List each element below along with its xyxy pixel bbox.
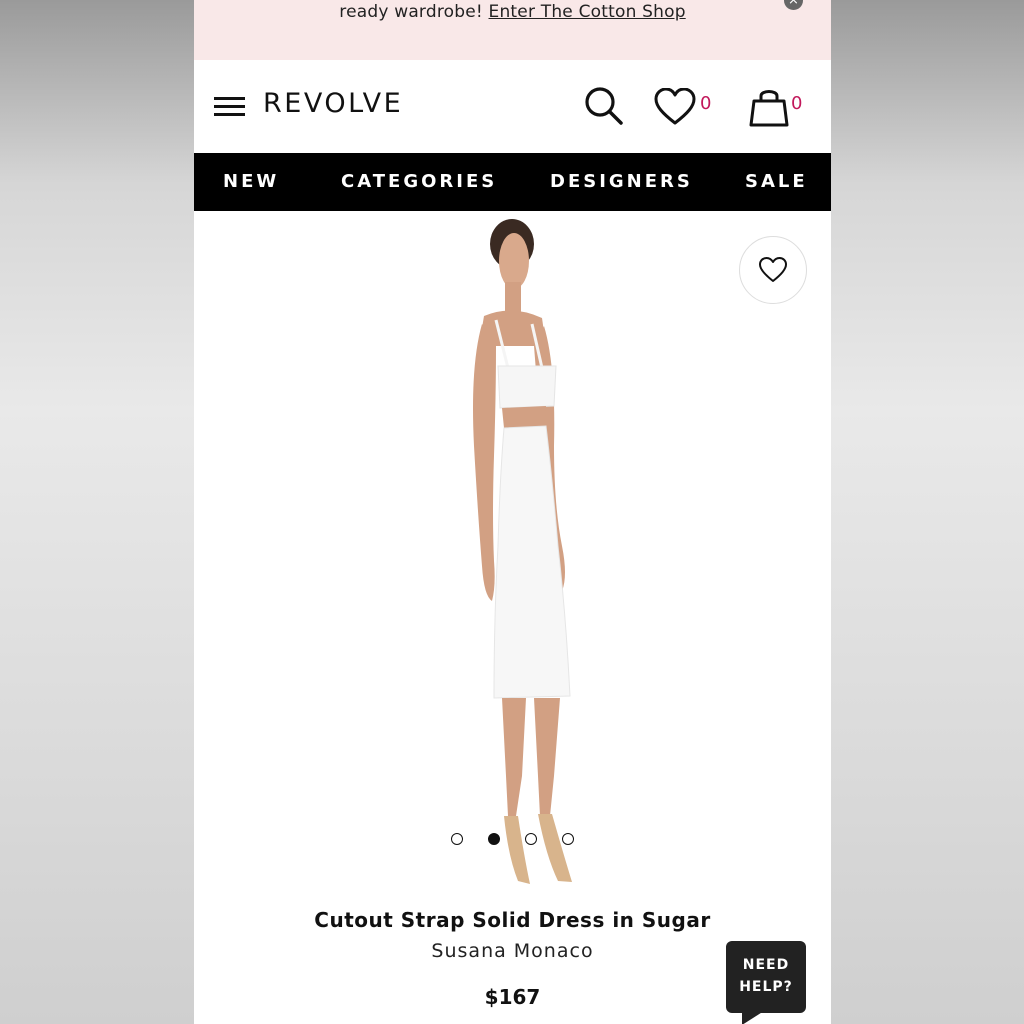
heart-icon <box>759 257 787 282</box>
gallery-dot-4[interactable] <box>562 833 574 845</box>
main-nav: NEW CATEGORIES DESIGNERS SALE <box>194 153 831 211</box>
nav-categories[interactable]: CATEGORIES <box>341 171 497 192</box>
help-label-line2: HELP? <box>739 979 793 995</box>
wishlist-icon[interactable] <box>654 88 696 126</box>
search-icon[interactable] <box>583 85 625 127</box>
gallery-dot-2[interactable] <box>488 833 500 845</box>
promo-link[interactable]: Enter The Cotton Shop <box>489 2 686 22</box>
menu-icon[interactable] <box>214 97 245 117</box>
site-header: REVOLVE 0 0 <box>194 60 831 153</box>
product-image <box>473 219 572 884</box>
logo[interactable]: REVOLVE <box>263 88 403 119</box>
bag-count: 0 <box>791 93 803 114</box>
need-help-button[interactable]: NEED HELP? <box>726 941 806 1024</box>
nav-new[interactable]: NEW <box>223 171 279 192</box>
gallery-dot-1[interactable] <box>451 833 463 845</box>
help-label-line1: NEED <box>742 957 790 973</box>
gallery-dot-3[interactable] <box>525 833 537 845</box>
nav-sale[interactable]: SALE <box>745 171 808 192</box>
promo-banner: ready wardrobe! Enter The Cotton Shop × <box>194 0 831 60</box>
wishlist-count: 0 <box>700 93 712 114</box>
nav-designers[interactable]: DESIGNERS <box>550 171 693 192</box>
promo-message: ready wardrobe! Enter The Cotton Shop <box>194 2 831 22</box>
mobile-page: ready wardrobe! Enter The Cotton Shop × … <box>194 0 831 1024</box>
promo-text: ready wardrobe! <box>339 2 483 22</box>
product-image-gallery[interactable] <box>194 211 831 901</box>
add-to-wishlist-button[interactable] <box>739 236 807 304</box>
shopping-bag-icon[interactable] <box>749 86 789 128</box>
help-bubble-tail <box>742 1011 764 1024</box>
product-title: Cutout Strap Solid Dress in Sugar <box>314 908 711 932</box>
